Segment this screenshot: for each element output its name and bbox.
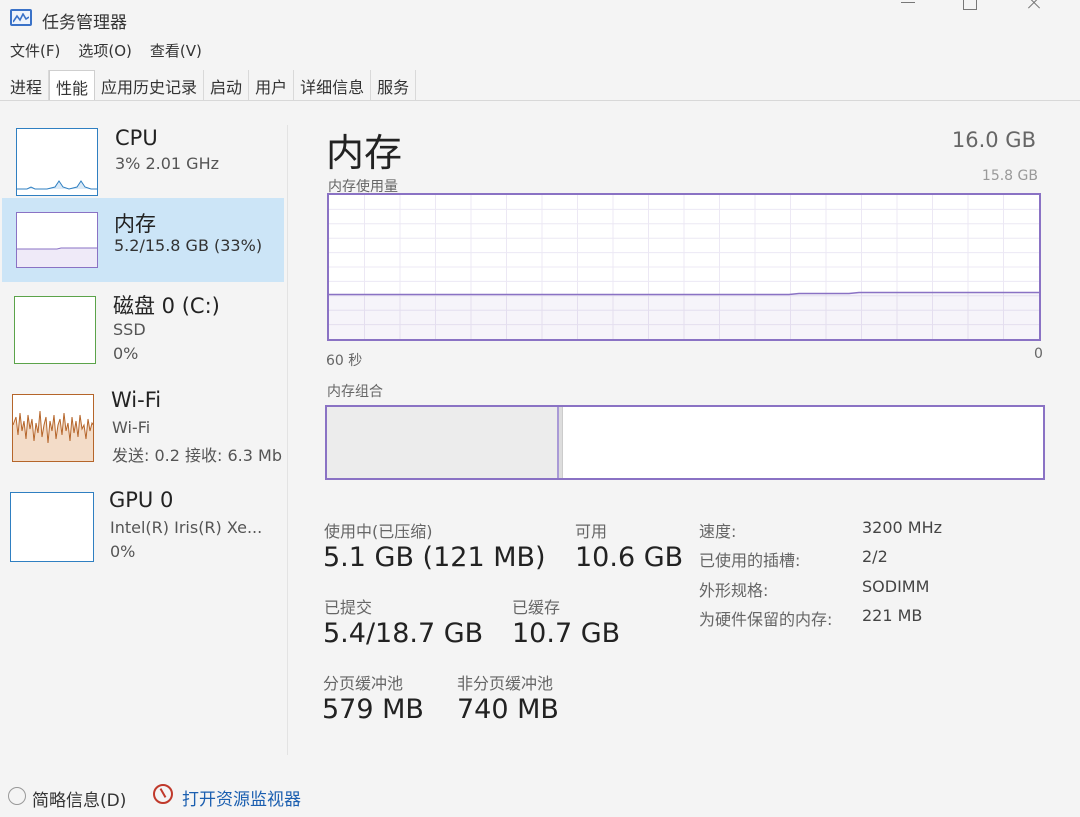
memory-usage-graph — [327, 193, 1041, 341]
title-bar[interactable]: 任务管理器 — [0, 0, 1080, 36]
gpu-usage: 0% — [110, 542, 136, 561]
task-manager-window: 任务管理器 文件(F) 选项(O) 查看(V) 进程 性能 应用历史记录 启动 … — [0, 0, 1080, 817]
memory-title: 内存 — [114, 212, 156, 236]
committed-label: 已提交 — [324, 598, 373, 617]
menu-file[interactable]: 文件(F) — [10, 40, 60, 62]
paged-pool-value: 579 MB — [322, 694, 424, 725]
paged-pool-label: 分页缓冲池 — [323, 674, 404, 693]
slots-label: 已使用的插槽: — [699, 551, 801, 570]
tab-startup[interactable]: 启动 — [204, 70, 250, 100]
hardware-reserved-label: 为硬件保留的内存: — [699, 610, 833, 629]
tab-processes[interactable]: 进程 — [4, 70, 50, 100]
tab-bar: 进程 性能 应用历史记录 启动 用户 详细信息 服务 — [4, 70, 417, 100]
graph-axis-left: 60 秒 — [326, 353, 363, 369]
gpu-thumbnail — [10, 492, 94, 562]
cached-label: 已缓存 — [512, 598, 561, 617]
tab-services[interactable]: 服务 — [371, 70, 417, 100]
available-value: 10.6 GB — [575, 542, 684, 573]
sidebar-divider — [287, 125, 288, 755]
cpu-thumbnail — [16, 128, 98, 196]
form-factor-label: 外形规格: — [699, 581, 769, 600]
chevron-up-icon[interactable] — [8, 787, 26, 805]
sidebar-item-cpu[interactable]: CPU 3% 2.01 GHz — [2, 124, 284, 208]
speed-value: 3200 MHz — [862, 518, 943, 537]
graph-axis-right: 0 — [1034, 346, 1043, 362]
wifi-thumbnail — [12, 394, 94, 462]
cpu-title: CPU — [115, 126, 158, 150]
tab-users[interactable]: 用户 — [249, 70, 295, 100]
disk-title: 磁盘 0 (C:) — [113, 294, 220, 318]
task-manager-icon — [10, 9, 32, 26]
nonpaged-pool-label: 非分页缓冲池 — [457, 674, 554, 693]
speed-label: 速度: — [699, 522, 737, 541]
sidebar-item-wifi[interactable]: Wi-Fi Wi-Fi 发送: 0.2 接收: 6.3 Mb — [2, 386, 284, 470]
tab-app-history[interactable]: 应用历史记录 — [95, 70, 205, 100]
memory-usage-plot — [329, 195, 1039, 339]
disk-type: SSD — [113, 320, 146, 339]
memory-usage: 5.2/15.8 GB (33%) — [114, 236, 263, 255]
available-label: 可用 — [575, 522, 608, 541]
page-title: 内存 — [326, 131, 403, 175]
memory-composition-bar[interactable] — [325, 405, 1045, 480]
disk-thumbnail — [14, 296, 96, 364]
composition-modified — [557, 407, 563, 478]
menu-bar: 文件(F) 选项(O) 查看(V) — [10, 40, 202, 62]
minimize-icon[interactable] — [895, 0, 925, 14]
composition-in-use — [327, 407, 557, 478]
resource-sidebar: CPU 3% 2.01 GHz 内存 5.2/15.8 GB (33%) 磁盘 … — [0, 110, 287, 790]
menu-options[interactable]: 选项(O) — [78, 40, 132, 62]
composition-label: 内存组合 — [327, 384, 383, 400]
usage-graph-max: 15.8 GB — [981, 168, 1038, 184]
in-use-value: 5.1 GB (121 MB) — [323, 542, 546, 573]
close-icon[interactable] — [1020, 0, 1050, 14]
maximize-icon[interactable] — [955, 0, 985, 14]
form-factor-value: SODIMM — [862, 577, 930, 596]
wifi-throughput: 发送: 0.2 接收: 6.3 Mb — [112, 446, 282, 465]
footer-bar: 简略信息(D) 打开资源监视器 — [0, 778, 1080, 814]
wifi-adapter: Wi-Fi — [112, 418, 151, 437]
sidebar-item-memory[interactable]: 内存 5.2/15.8 GB (33%) — [2, 198, 284, 282]
total-memory: 16.0 GB — [951, 128, 1036, 152]
memory-thumbnail — [16, 212, 98, 268]
gpu-model: Intel(R) Iris(R) Xe... — [110, 518, 263, 537]
menu-view[interactable]: 查看(V) — [150, 40, 202, 62]
window-title: 任务管理器 — [42, 13, 127, 33]
tab-details[interactable]: 详细信息 — [294, 70, 372, 100]
usage-area — [329, 292, 1039, 339]
cpu-usage: 3% 2.01 GHz — [115, 154, 220, 173]
in-use-label: 使用中(已压缩) — [324, 522, 433, 541]
fewer-details-button[interactable]: 简略信息(D) — [32, 786, 126, 811]
tab-divider — [0, 100, 1080, 101]
nonpaged-pool-value: 740 MB — [457, 694, 559, 725]
slots-value: 2/2 — [862, 547, 888, 566]
resource-monitor-icon[interactable] — [153, 784, 173, 804]
gpu-title: GPU 0 — [109, 488, 174, 512]
cached-value: 10.7 GB — [512, 618, 621, 649]
sidebar-item-gpu[interactable]: GPU 0 Intel(R) Iris(R) Xe... 0% — [2, 484, 284, 568]
open-resource-monitor-link[interactable]: 打开资源监视器 — [182, 785, 301, 810]
disk-usage: 0% — [113, 344, 139, 363]
committed-value: 5.4/18.7 GB — [323, 618, 484, 649]
hardware-reserved-value: 221 MB — [862, 606, 923, 625]
wifi-title: Wi-Fi — [111, 388, 162, 412]
sidebar-item-disk[interactable]: 磁盘 0 (C:) SSD 0% — [2, 288, 284, 372]
tab-performance[interactable]: 性能 — [49, 70, 96, 100]
